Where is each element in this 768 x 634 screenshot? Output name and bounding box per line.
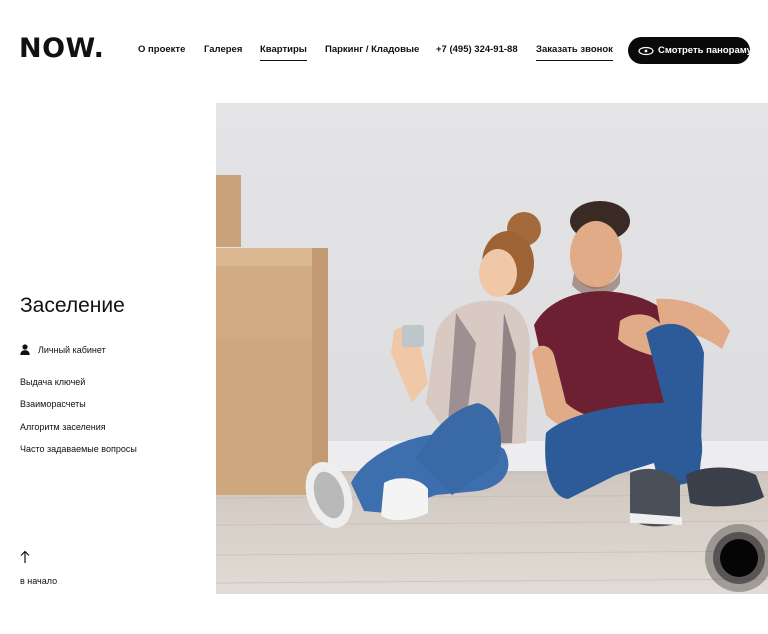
360-icon: [638, 46, 654, 56]
page-title: Заселение: [20, 294, 125, 317]
sidebar-menu: Выдача ключей Взаиморасчеты Алгоритм зас…: [20, 376, 137, 465]
nav-item-phone[interactable]: +7 (495) 324-91-88: [436, 44, 518, 55]
nav-item-about[interactable]: О проекте: [138, 44, 185, 55]
nav-item-apartments[interactable]: Квартиры: [260, 44, 307, 61]
personal-account-label: Личный кабинет: [38, 344, 106, 355]
floating-action-button[interactable]: [705, 524, 768, 592]
floating-button-ring: [713, 532, 765, 584]
sidebar-item-faq[interactable]: Часто задаваемые вопросы: [20, 443, 137, 465]
personal-account-link[interactable]: Личный кабинет: [20, 344, 106, 355]
view-panorama-label: Смотреть панораму: [658, 45, 752, 56]
site-header: NOW. О проекте Галерея Квартиры Паркинг …: [0, 0, 768, 100]
view-panorama-button[interactable]: Смотреть панораму: [628, 37, 752, 64]
back-to-top-link[interactable]: в начало: [20, 576, 57, 586]
nav-item-callback[interactable]: Заказать звонок: [536, 44, 613, 61]
hero-photo: [216, 103, 768, 594]
arrow-up-icon[interactable]: [20, 550, 30, 564]
sidebar-item-settlements[interactable]: Взаиморасчеты: [20, 398, 137, 420]
sidebar-item-key-handover[interactable]: Выдача ключей: [20, 376, 137, 398]
nav-item-parking[interactable]: Паркинг / Кладовые: [325, 44, 419, 55]
logo[interactable]: NOW.: [19, 33, 104, 64]
nav-item-gallery[interactable]: Галерея: [204, 44, 242, 55]
sidebar-item-moving-algorithm[interactable]: Алгоритм заселения: [20, 421, 137, 443]
floating-button-core: [720, 539, 758, 577]
user-icon: [20, 344, 30, 355]
